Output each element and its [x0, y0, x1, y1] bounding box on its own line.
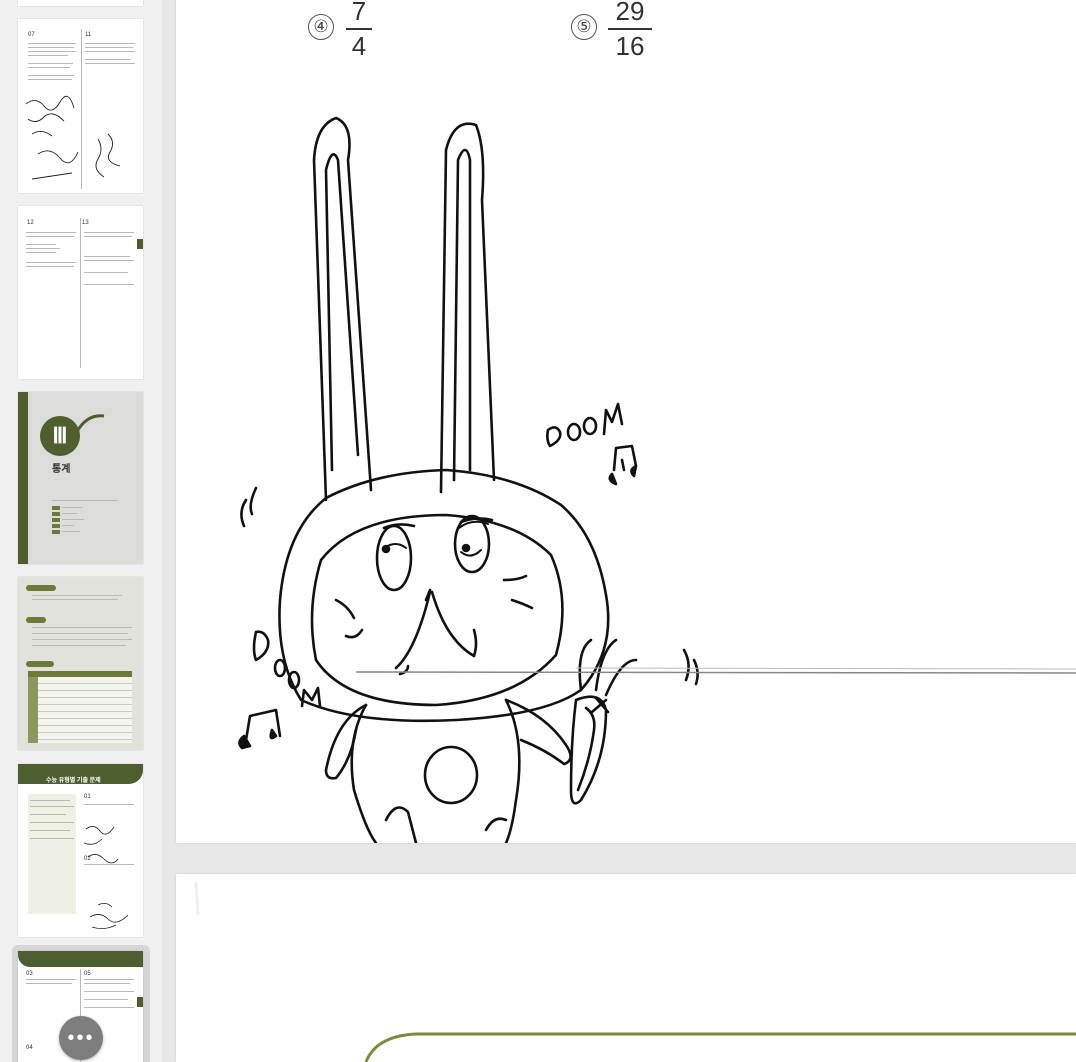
rabbit-doodle-drawing: [238, 116, 1076, 843]
problem-number: 13: [82, 220, 89, 226]
leaf-swoosh-icon: [76, 414, 105, 431]
page-thumbnail[interactable]: 07 11: [18, 19, 143, 193]
handwriting-scribble: [83, 826, 129, 929]
document-page[interactable]: [176, 874, 1076, 1062]
page-thumbnail-sidebar: 07 11 12 13 Ⅲ 통계 수능 유형별 기출 문제 01 02 03 0…: [0, 0, 162, 1062]
document-viewer: ④ 7 4 ⑤ 29 16: [162, 0, 1076, 1062]
handwriting-scribble: [25, 95, 121, 180]
page-thumbnail[interactable]: 수능 유형별 기출 문제 01 02: [18, 764, 143, 937]
problem-number: 11: [85, 32, 92, 38]
problem-number: 04: [26, 1045, 33, 1051]
section-box-outline: [194, 881, 1076, 1062]
section-heading: 수능 유형별 기출 문제: [46, 778, 101, 784]
document-page[interactable]: ④ 7 4 ⑤ 29 16: [176, 0, 1076, 843]
problem-number: 07: [28, 32, 35, 38]
chapter-title: 통계: [52, 464, 71, 475]
page-thumbnail[interactable]: [18, 0, 143, 6]
problem-number: 05: [84, 971, 91, 977]
chapter-cover-thumbnail[interactable]: Ⅲ 통계: [18, 392, 143, 564]
problem-number: 01: [84, 794, 91, 800]
chapter-numeral: Ⅲ: [40, 416, 80, 456]
page-thumbnail[interactable]: [18, 577, 143, 750]
problem-number: 12: [27, 220, 34, 226]
more-options-button[interactable]: •••: [59, 1016, 103, 1060]
problem-number: 03: [26, 971, 33, 977]
page-thumbnail[interactable]: 12 13: [18, 206, 143, 379]
more-dots-icon: •••: [67, 1026, 95, 1049]
